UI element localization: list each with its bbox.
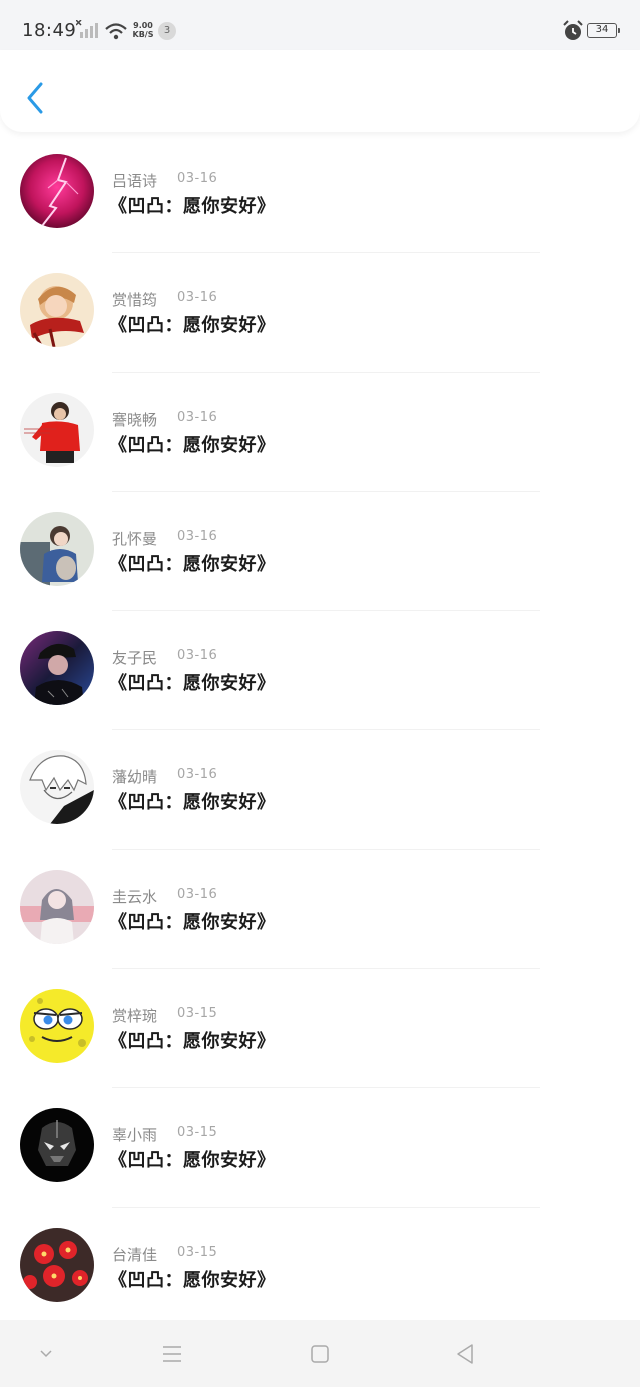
status-time: 18:49 — [22, 20, 77, 41]
comment-list: 吕语诗 03-16 《凹凸：愿你安好》 赏惜筠 03-16 《凹凸：愿你安好》 — [0, 134, 640, 1327]
list-item[interactable]: 吕语诗 03-16 《凹凸：愿你安好》 — [0, 134, 640, 254]
list-item[interactable]: 台清佳 03-15 《凹凸：愿你安好》 — [0, 1208, 640, 1327]
post-date: 03-15 — [177, 1244, 218, 1260]
menu-icon — [163, 1346, 181, 1362]
user-name: 台清佳 — [112, 1245, 158, 1264]
user-name: 辜小雨 — [112, 1126, 158, 1145]
avatar[interactable] — [20, 869, 94, 944]
home-button[interactable] — [305, 1340, 335, 1368]
list-item[interactable]: 赏梓琬 03-15 《凹凸：愿你安好》 — [0, 969, 640, 1089]
post-title[interactable]: 《凹凸：愿你安好》 — [109, 908, 276, 934]
user-name: 藩幼晴 — [112, 768, 158, 787]
menu-button[interactable] — [157, 1340, 187, 1368]
post-title[interactable]: 《凹凸：愿你安好》 — [109, 192, 276, 218]
post-title[interactable]: 《凹凸：愿你安好》 — [109, 431, 276, 457]
user-name: 吕语诗 — [112, 172, 158, 190]
wifi-icon — [104, 22, 128, 40]
battery-indicator: 34 — [587, 23, 620, 38]
user-name: 謇晓畅 — [112, 410, 158, 429]
avatar[interactable] — [20, 154, 94, 228]
list-item[interactable]: 謇晓畅 03-16 《凹凸：愿你安好》 — [0, 373, 640, 492]
avatar[interactable] — [20, 392, 94, 467]
back-button[interactable] — [18, 80, 52, 116]
back-triangle-icon — [457, 1344, 473, 1364]
list-item[interactable]: 辜小雨 03-15 《凹凸：愿你安好》 — [0, 1088, 640, 1208]
header — [0, 50, 640, 132]
avatar[interactable] — [20, 1108, 94, 1183]
post-date: 03-16 — [177, 648, 218, 664]
post-date: 03-15 — [177, 1125, 218, 1141]
alarm-icon — [562, 20, 584, 42]
user-name: 赏惜筠 — [112, 291, 158, 310]
avatar[interactable] — [20, 631, 94, 706]
user-name: 赏梓琬 — [112, 1007, 158, 1026]
post-date: 03-16 — [177, 171, 218, 186]
post-date: 03-16 — [177, 528, 218, 544]
avatar[interactable] — [20, 511, 94, 586]
home-square-icon — [311, 1345, 329, 1363]
post-date: 03-16 — [177, 290, 218, 306]
user-name: 圭云水 — [112, 887, 158, 906]
post-date: 03-15 — [177, 1006, 218, 1022]
user-name: 友子民 — [112, 649, 158, 668]
system-nav-bar — [0, 1320, 640, 1387]
post-title[interactable]: 《凹凸：愿你安好》 — [109, 1146, 276, 1172]
collapse-button[interactable] — [31, 1340, 61, 1368]
chevron-down-icon — [40, 1350, 52, 1358]
post-date: 03-16 — [177, 886, 218, 902]
avatar[interactable] — [20, 273, 94, 348]
chevron-left-icon — [27, 82, 43, 114]
network-speed: 9.00 KB/S — [132, 21, 154, 39]
user-name: 孔怀曼 — [112, 529, 158, 548]
signal-icon — [75, 19, 100, 40]
list-item[interactable]: 圭云水 03-16 《凹凸：愿你安好》 — [0, 850, 640, 970]
post-date: 03-16 — [177, 409, 218, 425]
list-item[interactable]: 孔怀曼 03-16 《凹凸：愿你安好》 — [0, 492, 640, 612]
list-item[interactable]: 藩幼晴 03-16 《凹凸：愿你安好》 — [0, 730, 640, 850]
post-title[interactable]: 《凹凸：愿你安好》 — [109, 1027, 276, 1053]
post-title[interactable]: 《凹凸：愿你安好》 — [109, 311, 276, 337]
post-date: 03-16 — [177, 767, 218, 783]
post-title[interactable]: 《凹凸：愿你安好》 — [109, 1266, 276, 1292]
avatar[interactable] — [20, 989, 94, 1064]
notification-count-badge: 3 — [158, 22, 176, 40]
avatar[interactable] — [20, 1227, 94, 1302]
post-title[interactable]: 《凹凸：愿你安好》 — [109, 550, 276, 576]
avatar[interactable] — [20, 750, 94, 825]
post-title[interactable]: 《凹凸：愿你安好》 — [109, 669, 276, 695]
back-nav-button[interactable] — [450, 1340, 480, 1368]
list-item[interactable]: 友子民 03-16 《凹凸：愿你安好》 — [0, 611, 640, 731]
list-item[interactable]: 赏惜筠 03-16 《凹凸：愿你安好》 — [0, 253, 640, 373]
post-title[interactable]: 《凹凸：愿你安好》 — [109, 788, 276, 814]
